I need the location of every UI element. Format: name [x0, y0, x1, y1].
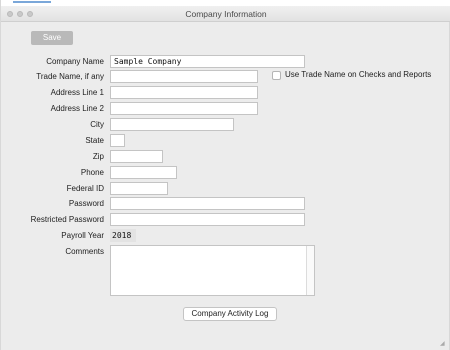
- trade-name-field[interactable]: [110, 70, 258, 83]
- password-label: Password: [68, 199, 104, 208]
- comments-textarea[interactable]: [110, 245, 315, 296]
- city-label: City: [90, 120, 104, 129]
- comments-scrollbar[interactable]: [306, 246, 314, 295]
- company-information-window: Company Information Save Company Name Sa…: [0, 0, 450, 350]
- title-bar[interactable]: Company Information: [1, 6, 450, 22]
- address-line-2-field[interactable]: [110, 102, 258, 115]
- zip-field[interactable]: [110, 150, 163, 163]
- window-title: Company Information: [185, 9, 267, 19]
- phone-label: Phone: [80, 168, 104, 177]
- federal-id-label: Federal ID: [66, 184, 104, 193]
- city-field[interactable]: [110, 118, 234, 131]
- company-activity-log-button[interactable]: Company Activity Log: [183, 307, 277, 321]
- comments-label: Comments: [65, 247, 104, 256]
- resize-handle-icon[interactable]: ◢: [440, 341, 446, 347]
- payroll-year-value: 2018: [110, 229, 136, 242]
- company-name-label: Company Name: [46, 57, 104, 66]
- password-field[interactable]: [110, 197, 305, 210]
- address-line-2-label: Address Line 2: [50, 104, 104, 113]
- restricted-password-field[interactable]: [110, 213, 305, 226]
- top-strip-accent: [13, 1, 51, 3]
- use-trade-name-label: Use Trade Name on Checks and Reports: [285, 70, 432, 79]
- save-button[interactable]: Save: [31, 31, 73, 45]
- federal-id-field[interactable]: [110, 182, 168, 195]
- address-line-1-field[interactable]: [110, 86, 258, 99]
- zip-label: Zip: [92, 152, 104, 161]
- restricted-password-label: Restricted Password: [30, 215, 104, 224]
- payroll-year-label: Payroll Year: [61, 231, 104, 240]
- company-name-field[interactable]: Sample Company: [110, 55, 305, 68]
- address-line-1-label: Address Line 1: [50, 88, 104, 97]
- use-trade-name-checkbox[interactable]: [272, 71, 281, 80]
- state-field[interactable]: [110, 134, 125, 147]
- state-label: State: [85, 136, 104, 145]
- phone-field[interactable]: [110, 166, 177, 179]
- trade-name-label: Trade Name, if any: [36, 72, 104, 81]
